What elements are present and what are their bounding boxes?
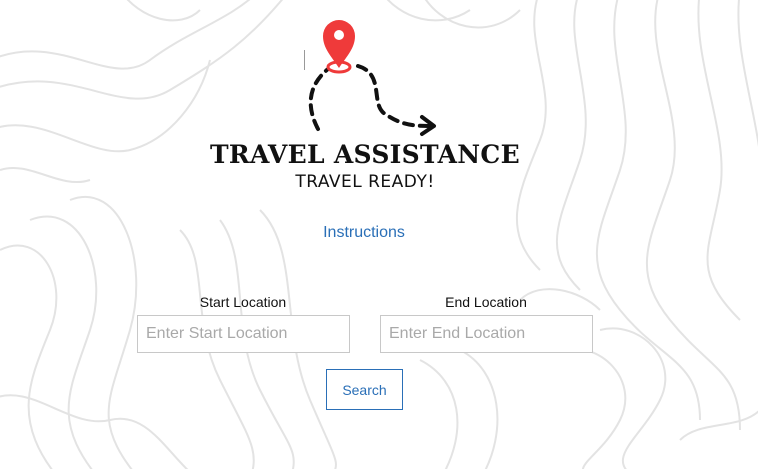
- page: TRAVEL ASSISTANCE TRAVEL READY! Instruct…: [0, 0, 758, 469]
- start-location-label: Start Location: [199, 294, 287, 310]
- map-pin-icon: [323, 20, 355, 68]
- start-location-input[interactable]: [137, 315, 350, 353]
- travel-assistance-logo: TRAVEL ASSISTANCE TRAVEL READY!: [210, 14, 520, 199]
- search-button[interactable]: Search: [326, 369, 403, 410]
- end-location-input[interactable]: [380, 315, 593, 353]
- logo-title: TRAVEL ASSISTANCE: [210, 140, 520, 169]
- logo-subtitle: TRAVEL READY!: [295, 172, 435, 192]
- text-cursor: [304, 50, 305, 70]
- route-graphic: [308, 20, 436, 136]
- instructions-link[interactable]: Instructions: [323, 224, 405, 241]
- end-location-label: End Location: [445, 294, 527, 310]
- instructions-container: Instructions: [0, 224, 728, 242]
